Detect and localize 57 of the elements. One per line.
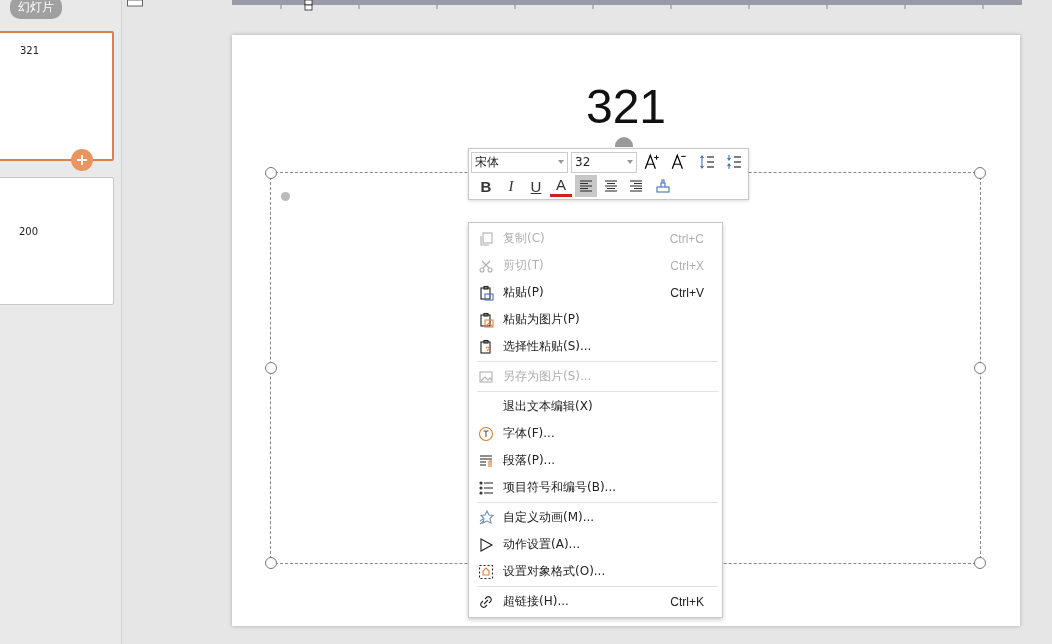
resize-handle[interactable] <box>974 167 986 179</box>
picture-icon <box>478 368 494 385</box>
menu-item[interactable]: 字体(F)... <box>469 420 722 447</box>
ruler-corner-icon <box>127 0 143 7</box>
menu-item[interactable]: 段落(P)... <box>469 447 722 474</box>
align-left-icon <box>578 178 594 194</box>
slide-thumbnail[interactable]: 200 <box>0 177 114 305</box>
plus-icon <box>76 154 88 166</box>
underline-button[interactable]: U <box>525 175 547 197</box>
menu-item[interactable]: 选择性粘贴(S)... <box>469 333 722 360</box>
play-icon <box>478 536 494 553</box>
text-cursor-dot <box>281 192 290 201</box>
copy-icon <box>478 230 494 247</box>
paragraph-spacing-icon <box>725 154 742 170</box>
star-icon <box>478 509 494 526</box>
thumbnail-text: 321 <box>20 45 40 56</box>
clipboard-picture-icon <box>478 311 494 328</box>
menu-item[interactable]: 超链接(H)... Ctrl+K <box>469 588 722 615</box>
align-right-icon <box>628 178 644 194</box>
size-select[interactable]: 32 <box>571 151 638 173</box>
resize-handle[interactable] <box>265 557 277 569</box>
slide-thumbnail[interactable]: 321 <box>0 31 114 161</box>
slide-title: 321 <box>584 79 668 134</box>
align-center-icon <box>603 178 619 194</box>
menu-item[interactable]: 退出文本编辑(X) <box>469 393 722 420</box>
line-spacing-icon <box>698 154 715 170</box>
clipboard-question-icon <box>478 338 494 355</box>
slides-panel-label: 幻灯片 <box>10 0 62 19</box>
add-slide-button[interactable] <box>71 149 93 171</box>
menu-item[interactable]: 设置对象格式(O)... <box>469 558 722 585</box>
menu-item[interactable]: 动作设置(A)... <box>469 531 722 558</box>
resize-handle[interactable] <box>265 167 277 179</box>
object-format-icon <box>478 563 494 580</box>
link-icon <box>478 593 494 610</box>
menu-item[interactable]: 自定义动画(M)... <box>469 504 722 531</box>
resize-handle[interactable] <box>974 362 986 374</box>
shrink-font-icon <box>670 153 689 171</box>
dropdown-caret-icon <box>558 160 565 164</box>
font-icon <box>478 425 494 442</box>
menu-item[interactable]: 项目符号和编号(B)... <box>469 474 722 501</box>
clipboard-icon <box>478 284 494 301</box>
paragraph-icon <box>478 452 494 469</box>
rotate-handle[interactable] <box>615 137 633 147</box>
menu-item[interactable]: 粘贴(P) Ctrl+V <box>469 279 722 306</box>
bold-button[interactable]: B <box>475 175 497 197</box>
color-button[interactable]: A <box>550 175 572 197</box>
bullet-list-icon <box>478 479 494 496</box>
resize-handle[interactable] <box>974 557 986 569</box>
menu-item[interactable]: 粘贴为图片(P) <box>469 306 722 333</box>
thumbnail-text: 200 <box>19 226 39 237</box>
brush-icon <box>654 178 671 194</box>
grow-font-icon <box>643 153 662 171</box>
resize-handle[interactable] <box>265 362 277 374</box>
italic-button[interactable]: I <box>500 175 522 197</box>
font-select[interactable]: 宋体 <box>471 151 569 173</box>
dropdown-caret-icon <box>627 160 634 164</box>
align-button[interactable] <box>575 175 597 197</box>
